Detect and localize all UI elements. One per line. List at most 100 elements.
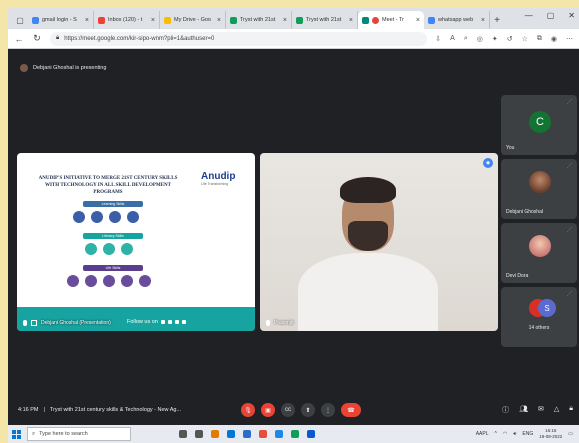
task-view-icon[interactable] [195, 430, 203, 438]
participant-tile-debjani[interactable]: ⋰ Debjani Ghoshal [501, 159, 577, 219]
sheets-favicon-icon [230, 16, 237, 24]
skill-circle-icon [73, 211, 85, 223]
mic-toggle-button[interactable]: 🎙︎ [241, 403, 255, 417]
tab-tryst-2[interactable]: Tryst with 21st × [292, 11, 358, 29]
chevron-up-icon[interactable]: ^ [495, 431, 497, 437]
sync-icon[interactable]: ↺ [507, 35, 513, 43]
reload-icon[interactable]: ↻ [32, 33, 42, 44]
new-tab-button[interactable]: + [490, 11, 504, 29]
tab-my-drive[interactable]: My Drive - Goo × [160, 11, 226, 29]
captions-button[interactable]: cc [281, 403, 295, 417]
participant-name: Debjani Ghoshal [506, 209, 543, 215]
camera-tile[interactable]: ◆ Prasenjit [260, 153, 498, 331]
skill-circle-icon [109, 211, 121, 223]
others-count: 14 others [528, 325, 550, 331]
google-favicon-icon [32, 16, 39, 24]
sheets-favicon-icon [296, 16, 303, 24]
stock-ticker[interactable]: AAPL [476, 431, 489, 437]
tab-actions-icon[interactable]: ▢ [12, 11, 28, 29]
edge-icon[interactable] [275, 430, 283, 438]
tab-title: Inbox (120) - t [108, 17, 143, 23]
presentation-tile[interactable]: ANUDIP'S INITIATIVE TO MERGE 21ST CENTUR… [17, 153, 255, 331]
more-options-button[interactable]: ⋮ [321, 403, 335, 417]
tab-tryst-1[interactable]: Tryst with 21st × [226, 11, 292, 29]
profile-icon[interactable]: ◉ [551, 35, 557, 43]
chat-icon[interactable]: ✉ [538, 405, 544, 415]
close-tab-icon[interactable]: × [283, 17, 287, 24]
camera-toggle-button[interactable]: ▣ [261, 403, 275, 417]
twitter-icon [167, 320, 172, 324]
close-tab-icon[interactable]: × [349, 17, 353, 24]
participant-tile-devi[interactable]: ⋰ Devi Dora [501, 223, 577, 283]
life-skills-icons [67, 275, 151, 287]
language-indicator[interactable]: ENG [522, 431, 533, 437]
close-tab-icon[interactable]: × [217, 17, 221, 24]
tab-title: My Drive - Goo [174, 17, 211, 23]
word-icon[interactable] [307, 430, 315, 438]
tab-title: gmail login - S [42, 17, 77, 23]
more-icon[interactable]: ⋯ [566, 35, 573, 43]
present-icon [31, 320, 37, 326]
puzzle-icon[interactable]: ✦ [492, 35, 498, 43]
zoom-icon[interactable]: ⌕ [464, 35, 468, 43]
presenter-avatar [20, 64, 28, 72]
others-tile[interactable]: ⋰ S 14 others [501, 287, 577, 347]
close-tab-icon[interactable]: × [481, 17, 485, 24]
avatar [529, 171, 551, 193]
meet-favicon-icon [362, 16, 369, 24]
leave-call-button[interactable]: ☎︎ [341, 403, 361, 417]
literacy-skills-icons [85, 243, 133, 255]
network-icon[interactable]: ◠ [503, 431, 507, 437]
people-icon[interactable]: 👥︎ [519, 405, 528, 415]
close-tab-icon[interactable]: × [151, 17, 155, 24]
volume-icon[interactable]: 🔊︎ [513, 431, 516, 437]
collections-icon[interactable]: ⧉ [537, 35, 542, 43]
taskbar-search-input[interactable]: ⌕ Type here to search [27, 427, 131, 441]
close-window-icon[interactable]: ✕ [568, 11, 575, 20]
close-tab-icon[interactable]: × [85, 17, 89, 24]
tab-inbox[interactable]: Inbox (120) - t × [94, 11, 160, 29]
skill-circle-icon [85, 243, 97, 255]
presentation-name-tag: Debjani Ghoshal (Presentation) [23, 320, 111, 326]
mic-permission-icon[interactable]: ⇩ [435, 35, 441, 43]
file-explorer-icon[interactable] [211, 430, 219, 438]
maximize-icon[interactable]: ▢ [547, 11, 555, 20]
address-bar-icons: ⇩ A ⌕ ◎ ✦ ↺ ☆ ⧉ ◉ ⋯ [435, 35, 573, 43]
notifications-icon[interactable]: ▭ [568, 431, 573, 437]
learning-skills-icons [73, 211, 139, 223]
taskbar-clock[interactable]: 16:16 19-08-2022 [539, 428, 562, 440]
cortana-icon[interactable] [179, 430, 187, 438]
mic-muted-icon: ⋰ [567, 99, 572, 105]
tab-whatsapp[interactable]: whatsapp web × [424, 11, 490, 29]
url-field[interactable]: 🔒︎ https://meet.google.com/kir-sipo-wnm?… [50, 31, 428, 46]
logo-subtext: Life Transforming [201, 182, 229, 186]
mic-icon [266, 320, 270, 326]
tab-gmail-login[interactable]: gmail login - S × [28, 11, 94, 29]
office-icon[interactable] [259, 430, 267, 438]
info-icon[interactable]: ⓘ [502, 405, 509, 415]
windows-start-icon[interactable] [12, 429, 21, 439]
extension-icon[interactable]: ◎ [477, 35, 483, 43]
chrome-icon[interactable] [291, 430, 299, 438]
present-button[interactable]: ⬆ [301, 403, 315, 417]
close-tab-icon[interactable]: × [416, 17, 420, 24]
minimize-icon[interactable]: — [525, 11, 533, 20]
store-icon[interactable] [243, 430, 251, 438]
participant-name: You [506, 145, 515, 151]
host-controls-icon[interactable]: 🔒︎ [569, 405, 573, 415]
browser-window: ▢ gmail login - S × Inbox (120) - t × My… [8, 7, 579, 443]
avatar [529, 235, 551, 257]
back-icon[interactable]: ← [14, 34, 24, 44]
favorites-icon[interactable]: ☆ [522, 35, 528, 43]
tab-meet[interactable]: Meet - Tr × [358, 11, 424, 29]
mic-icon [23, 320, 27, 326]
meet-stage: Debjani Ghoshal is presenting ANUDIP'S I… [8, 49, 579, 425]
activities-icon[interactable]: △ [554, 405, 559, 415]
pin-icon[interactable]: ◆ [483, 158, 493, 168]
read-aloud-icon[interactable]: A [450, 35, 455, 43]
mail-icon[interactable] [227, 430, 235, 438]
person-body [298, 253, 438, 331]
tab-title: whatsapp web [438, 17, 474, 23]
skill-circle-icon [127, 211, 139, 223]
participant-tile-you[interactable]: ⋰ C You [501, 95, 577, 155]
